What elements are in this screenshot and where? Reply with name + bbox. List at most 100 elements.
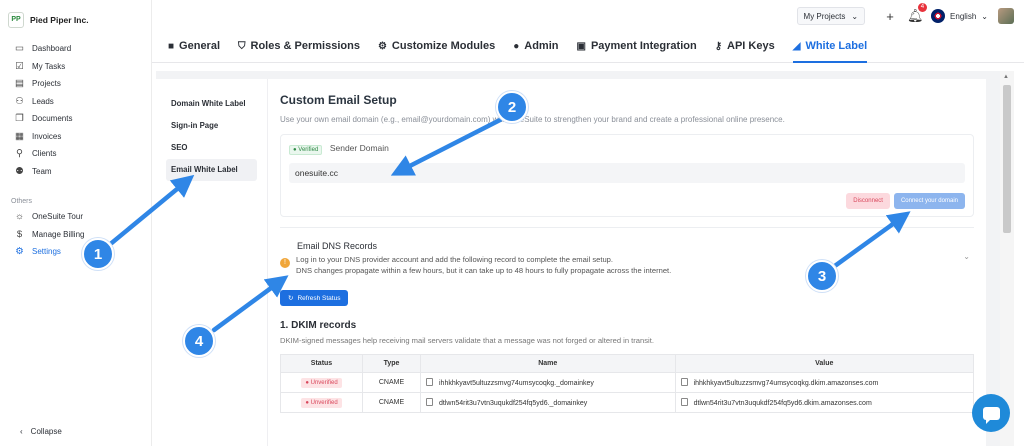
chat-button[interactable] bbox=[972, 394, 1010, 432]
sidebar-item-my-tasks[interactable]: ☑ My Tasks bbox=[0, 58, 151, 76]
payment-icon: ▣ bbox=[576, 40, 586, 52]
sidebar-item-label: Invoices bbox=[32, 131, 62, 141]
tab-payment-integration[interactable]: ▣ Payment Integration bbox=[577, 32, 697, 63]
topbar: My Projects ⌄ + 🔔︎ 4 English ⌄ bbox=[152, 0, 1024, 32]
key-icon: ⚷ bbox=[714, 40, 723, 52]
sidebar-item-leads[interactable]: ⚇ Leads bbox=[0, 93, 151, 111]
status-cell: ● Unverified bbox=[280, 392, 363, 413]
settings-content: Domain White Label Sign-in Page SEO Emai… bbox=[156, 71, 1014, 446]
tab-roles-permissions[interactable]: ⛉ Roles & Permissions bbox=[238, 32, 360, 63]
dkim-description: DKIM-signed messages help receiving mail… bbox=[280, 336, 654, 345]
briefcase-icon: ■ bbox=[168, 40, 175, 52]
copy-icon[interactable] bbox=[680, 378, 688, 386]
plus-icon[interactable]: + bbox=[883, 9, 897, 24]
tab-label: API Keys bbox=[727, 40, 775, 52]
table-row: ● Unverified CNAME dtlwn54rit3u7vtn3uquk… bbox=[280, 392, 975, 413]
tab-api-keys[interactable]: ⚷ API Keys bbox=[715, 32, 775, 63]
name-cell: dtlwn54rit3u7vtn3uqukdf254fq5yd6._domain… bbox=[420, 392, 676, 413]
dns-records-section: Email DNS Records ! Log in to your DNS p… bbox=[280, 227, 975, 413]
tab-label: Admin bbox=[524, 40, 559, 52]
white-label-subnav: Domain White Label Sign-in Page SEO Emai… bbox=[156, 79, 268, 446]
copy-icon[interactable] bbox=[426, 398, 433, 406]
refresh-label: Refresh Status bbox=[297, 294, 341, 302]
company-logo: PP bbox=[8, 11, 24, 28]
refresh-icon: ↻ bbox=[288, 295, 294, 302]
subnav-sign-in-page[interactable]: Sign-in Page bbox=[166, 115, 257, 137]
copy-icon[interactable] bbox=[680, 398, 688, 406]
uk-flag-icon bbox=[931, 9, 946, 23]
tasks-icon: ☑ bbox=[15, 60, 24, 72]
shield-icon: ⛉ bbox=[238, 40, 246, 52]
tab-label: Customize Modules bbox=[391, 40, 496, 52]
sidebar-item-clients[interactable]: ⚲ Clients bbox=[0, 145, 151, 163]
gear-icon: ⚙ bbox=[15, 246, 24, 258]
record-name: dtlwn54rit3u7vtn3uqukdf254fq5yd6._domain… bbox=[439, 400, 588, 407]
sidebar-item-onesuite-tour[interactable]: ☼ OneSuite Tour bbox=[0, 208, 151, 226]
subnav-domain-white-label[interactable]: Domain White Label bbox=[166, 93, 257, 115]
record-value: ihhkhkyavt5ultuzzsmvg74umsycoqkg.dkim.am… bbox=[693, 380, 879, 387]
tab-general[interactable]: ■ General bbox=[168, 32, 220, 63]
tab-customize-modules[interactable]: ⚙ Customize Modules bbox=[378, 32, 495, 63]
subnav-seo[interactable]: SEO bbox=[166, 137, 257, 159]
sidebar-item-invoices[interactable]: ▦ Invoices bbox=[0, 128, 151, 146]
subnav-email-white-label[interactable]: Email White Label bbox=[166, 159, 257, 181]
column-header-type: Type bbox=[362, 354, 421, 373]
sidebar-item-projects[interactable]: ▤ Projects bbox=[0, 75, 151, 93]
status-badge: ● Unverified bbox=[301, 397, 342, 408]
bell-icon[interactable]: 🔔︎ 4 bbox=[907, 3, 928, 24]
collapse-button[interactable]: ‹ Collapse bbox=[20, 427, 62, 436]
white-label-icon: ◢ bbox=[792, 40, 801, 52]
connect-domain-button[interactable]: Connect your domain bbox=[893, 193, 965, 209]
tab-label: White Label bbox=[805, 40, 868, 52]
record-name: ihhkhkyavt5ultuzzsmvg74umsycoqkg._domain… bbox=[439, 380, 594, 387]
sidebar: PP Pied Piper Inc. ▭ Dashboard ☑ My Tasks … bbox=[0, 0, 152, 446]
domain-actions: Disconnect Connect your domain bbox=[289, 193, 965, 209]
tab-label: Payment Integration bbox=[590, 40, 697, 52]
sender-domain-field[interactable]: onesuite.cc bbox=[289, 163, 965, 183]
page-title: Custom Email Setup bbox=[280, 93, 397, 107]
main-area: My Projects ⌄ + 🔔︎ 4 English ⌄ ■ General ⛉… bbox=[152, 0, 1024, 446]
language-select[interactable]: English ⌄ bbox=[931, 9, 988, 23]
avatar[interactable] bbox=[998, 8, 1014, 24]
leads-icon: ⚇ bbox=[15, 95, 24, 107]
status-text: Unverified bbox=[310, 399, 338, 406]
team-icon: ⚉ bbox=[15, 165, 24, 177]
type-cell: CNAME bbox=[362, 392, 421, 413]
admin-icon: ● bbox=[513, 40, 520, 52]
sidebar-item-settings[interactable]: ⚙ Settings bbox=[0, 243, 151, 261]
tab-label: Roles & Permissions bbox=[250, 40, 360, 52]
scroll-up-icon[interactable]: ▲ bbox=[1003, 74, 1009, 80]
dkim-table: Status Type Name Value ● Unverified CNAM… bbox=[280, 354, 975, 413]
tab-white-label[interactable]: ◢ White Label bbox=[792, 32, 868, 63]
dns-instruction-line: Log in to your DNS provider account and … bbox=[296, 255, 614, 264]
record-value: dtlwn54rit3u7vtn3uqukdf254fq5yd6.dkim.am… bbox=[693, 400, 872, 407]
tab-label: General bbox=[179, 40, 221, 52]
disconnect-button[interactable]: Disconnect bbox=[846, 193, 890, 209]
sidebar-item-documents[interactable]: ❐ Documents bbox=[0, 110, 151, 128]
scrollbar-thumb[interactable] bbox=[1003, 85, 1011, 233]
project-select[interactable]: My Projects ⌄ bbox=[796, 7, 866, 25]
dns-instructions: Log in to your DNS provider account and … bbox=[296, 254, 671, 276]
sidebar-item-team[interactable]: ⚉ Team bbox=[0, 163, 151, 181]
status-badge: ● Unverified bbox=[301, 377, 342, 388]
dns-info: ! Log in to your DNS provider account an… bbox=[280, 254, 974, 276]
refresh-status-button[interactable]: ↻ Refresh Status bbox=[280, 290, 349, 306]
scrollbar[interactable]: ▲ bbox=[1000, 71, 1014, 446]
copy-icon[interactable] bbox=[426, 378, 433, 386]
sidebar-item-manage-billing[interactable]: $ Manage Billing bbox=[0, 226, 151, 244]
sender-domain-card: ● Verified Sender Domain onesuite.cc Dis… bbox=[280, 134, 974, 217]
table-row: ● Unverified CNAME ihhkhkyavt5ultuzzsmvg… bbox=[280, 372, 975, 393]
settings-tabs: ■ General ⛉ Roles & Permissions ⚙ Customize… bbox=[152, 32, 1024, 63]
language-value: English bbox=[950, 11, 977, 21]
sidebar-item-dashboard[interactable]: ▭ Dashboard bbox=[0, 40, 151, 58]
dns-instruction-line: DNS changes propagate within a few hours… bbox=[296, 266, 672, 275]
dns-title: Email DNS Records bbox=[297, 241, 378, 251]
chevron-down-icon[interactable]: ⌄ bbox=[963, 252, 970, 261]
chevron-left-icon: ‹ bbox=[20, 427, 23, 436]
sidebar-item-label: Documents bbox=[32, 114, 73, 124]
sidebar-item-label: My Tasks bbox=[32, 61, 66, 71]
dashboard-icon: ▭ bbox=[15, 43, 24, 55]
tab-admin[interactable]: ● Admin bbox=[513, 32, 558, 63]
value-cell: dtlwn54rit3u7vtn3uqukdf254fq5yd6.dkim.am… bbox=[674, 392, 975, 413]
brand[interactable]: PP Pied Piper Inc. bbox=[0, 0, 151, 30]
